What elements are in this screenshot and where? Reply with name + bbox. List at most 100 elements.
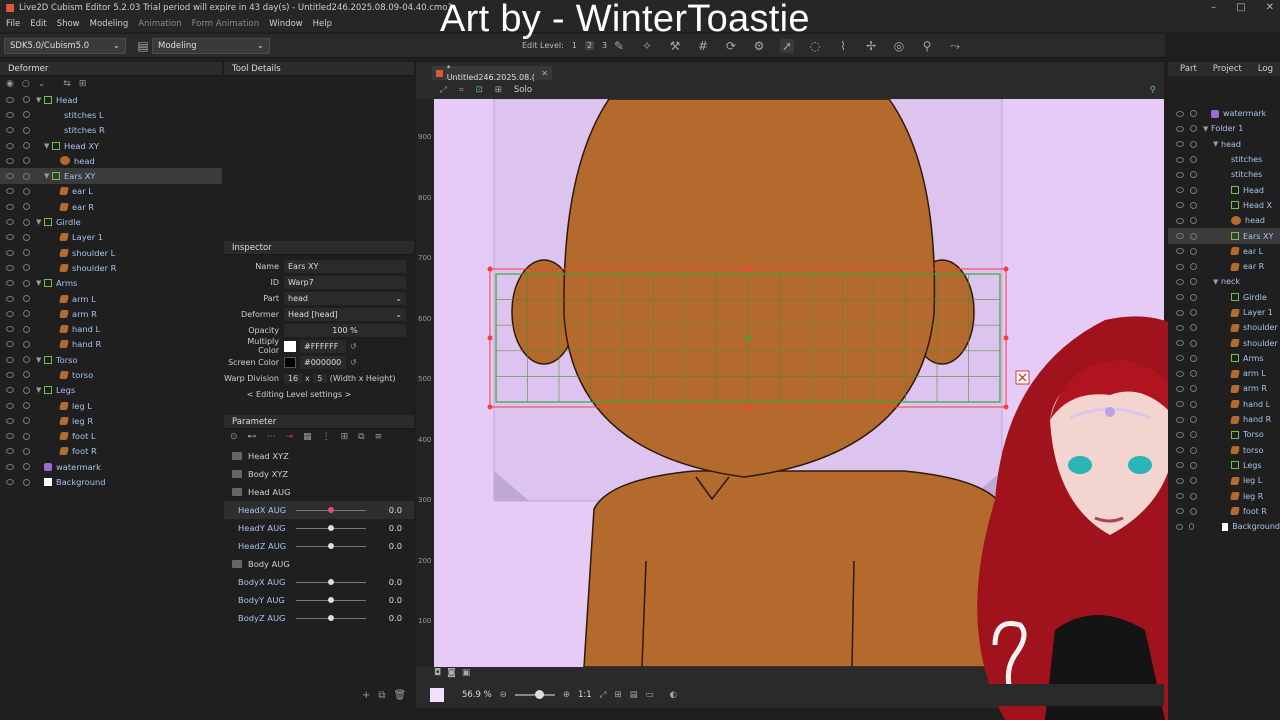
lock-ring-icon[interactable] <box>1190 309 1197 316</box>
zoom-slider[interactable] <box>514 690 555 699</box>
warp-center-handle[interactable] <box>745 335 751 341</box>
visibility-eye-icon[interactable] <box>1176 141 1184 148</box>
visibility-eye-icon[interactable] <box>6 142 14 149</box>
part-tree-item[interactable]: Ears XY <box>1168 228 1280 244</box>
lock-ring-icon[interactable] <box>23 172 30 180</box>
brush-tool-icon[interactable]: ⌇ <box>836 39 850 53</box>
visibility-eye-icon[interactable] <box>6 188 14 195</box>
menu-animation[interactable]: Animation <box>138 19 181 29</box>
visibility-eye-icon[interactable] <box>1176 187 1184 194</box>
visibility-eye-icon[interactable] <box>6 417 14 424</box>
close-tab-icon[interactable]: ✕ <box>541 69 548 78</box>
lock-ring-icon[interactable] <box>23 432 30 440</box>
visibility-eye-icon[interactable] <box>1176 477 1184 484</box>
part-tree-item[interactable]: ▼ head <box>1168 137 1280 152</box>
visibility-eye-icon[interactable] <box>6 157 14 164</box>
expand-arrow-icon[interactable]: ▼ <box>36 218 44 226</box>
parameter-slider[interactable] <box>296 525 366 531</box>
mesh-view-icon[interactable]: ⌗ <box>459 85 464 95</box>
visibility-eye-icon[interactable] <box>6 173 14 180</box>
menu-form-animation[interactable]: Form Animation <box>192 19 259 29</box>
lock-ring-icon[interactable] <box>1190 201 1197 209</box>
deformer-tree-item[interactable]: hand R <box>0 337 222 352</box>
lock-ring-icon[interactable] <box>1190 400 1197 408</box>
parameter-group[interactable]: Head AUG <box>224 483 414 501</box>
delete-key-icon[interactable]: ⊸ <box>286 432 294 442</box>
lock-ring-icon[interactable] <box>23 142 30 150</box>
lock-icon[interactable]: ○ <box>22 79 30 89</box>
maximize-button[interactable]: □ <box>1236 2 1245 13</box>
part-tree-item[interactable]: stitches <box>1168 167 1280 182</box>
deformer-tree-item[interactable]: ear R <box>0 199 222 214</box>
reset-icon[interactable]: ↺ <box>350 358 357 367</box>
part-tree-item[interactable]: Torso <box>1168 427 1280 442</box>
deformer-tree-item[interactable]: ▼ Ears XY <box>0 168 222 184</box>
screen-color-field[interactable]: #000000 <box>300 355 346 369</box>
zoom-out-icon[interactable]: ⊖ <box>500 690 507 700</box>
lock-ring-icon[interactable] <box>23 371 30 379</box>
parameter-value[interactable]: 0.0 <box>389 577 402 587</box>
visibility-eye-icon[interactable] <box>6 387 14 394</box>
deformer-tree-item[interactable]: torso <box>0 367 222 382</box>
parameter-slider[interactable] <box>296 597 366 603</box>
menu-modeling[interactable]: Modeling <box>90 19 129 29</box>
lock-ring-icon[interactable] <box>1190 171 1197 179</box>
deformer-tree-item[interactable]: arm L <box>0 291 222 306</box>
lock-ring-icon[interactable] <box>23 295 30 302</box>
lock-ring-icon[interactable] <box>1190 278 1197 286</box>
lock-ring-icon[interactable] <box>23 402 30 410</box>
deformer-tree-item[interactable]: ▼ Head <box>0 92 222 107</box>
deformer-select[interactable]: Head [head] ⌄ <box>284 307 406 321</box>
lock-ring-icon[interactable] <box>1190 140 1197 148</box>
lasso-select-icon[interactable]: ◌ <box>808 39 822 53</box>
part-tree-item[interactable]: torso <box>1168 443 1280 458</box>
select-arrow-icon[interactable]: ➚ <box>780 39 794 53</box>
parameter-slider-knob[interactable] <box>328 597 334 603</box>
expand-arrow-icon[interactable]: ▼ <box>1203 125 1211 133</box>
parameter-slider[interactable] <box>296 543 366 549</box>
visibility-eye-icon[interactable] <box>1176 523 1183 530</box>
menu-show[interactable]: Show <box>57 19 80 29</box>
visibility-eye-icon[interactable] <box>1176 416 1184 423</box>
lasso-tool-icon[interactable]: ✧ <box>640 39 654 53</box>
tab-part[interactable]: Part <box>1180 64 1197 74</box>
lock-ring-icon[interactable] <box>1190 446 1197 454</box>
lock-ring-icon[interactable] <box>1190 507 1197 515</box>
deformer-tree-item[interactable]: ▼ Girdle <box>0 214 222 229</box>
part-tree-item[interactable]: shoulder <box>1168 335 1280 350</box>
expand-arrow-icon[interactable]: ▼ <box>1213 278 1221 286</box>
solo-toggle[interactable]: Solo <box>514 85 532 95</box>
expand-arrow-icon[interactable]: ▼ <box>1213 140 1221 148</box>
parameter-slider-knob[interactable] <box>328 543 334 549</box>
part-tree-item[interactable]: leg L <box>1168 473 1280 488</box>
parameter-group[interactable]: Body AUG <box>224 555 414 573</box>
photo-icon[interactable]: ▣ <box>462 668 471 678</box>
parameter-slider-knob[interactable] <box>328 507 334 513</box>
deformer-tree-item[interactable]: foot L <box>0 429 222 444</box>
auto-mesh-icon[interactable]: ⚒ <box>668 39 682 53</box>
deformer-tree-item[interactable]: hand L <box>0 321 222 336</box>
part-tree-item[interactable]: ear L <box>1168 244 1280 259</box>
expand-arrow-icon[interactable]: ▼ <box>36 386 44 394</box>
sort-icon[interactable]: ⇆ <box>63 79 71 89</box>
visibility-eye-icon[interactable] <box>1176 401 1184 408</box>
parameter-row[interactable]: HeadX AUG 0.0 <box>224 501 414 519</box>
tab-project[interactable]: Project <box>1213 64 1242 74</box>
lock-ring-icon[interactable] <box>23 463 30 471</box>
mode-select[interactable]: Modeling ⌄ <box>152 38 270 54</box>
part-tree-item[interactable]: head <box>1168 213 1280 228</box>
part-tree-item[interactable]: hand L <box>1168 397 1280 412</box>
part-tree-item[interactable]: ▼ neck <box>1168 274 1280 289</box>
part-tree-item[interactable]: Layer 1 <box>1168 305 1280 320</box>
display-icon[interactable]: ▭ <box>646 690 654 700</box>
mesh-grid-icon[interactable]: # <box>696 39 710 53</box>
visibility-eye-icon[interactable] <box>1176 233 1184 240</box>
visibility-eye-icon[interactable] <box>1176 309 1184 316</box>
parameter-value[interactable]: 0.0 <box>389 595 402 605</box>
lock-ring-icon[interactable] <box>23 478 30 486</box>
deformer-tree-item[interactable]: ▼ Torso <box>0 352 222 367</box>
lock-ring-icon[interactable] <box>23 96 30 104</box>
visibility-eye-icon[interactable] <box>6 402 14 409</box>
part-tree-item[interactable]: hand R <box>1168 412 1280 427</box>
visibility-eye-icon[interactable] <box>1176 110 1184 117</box>
